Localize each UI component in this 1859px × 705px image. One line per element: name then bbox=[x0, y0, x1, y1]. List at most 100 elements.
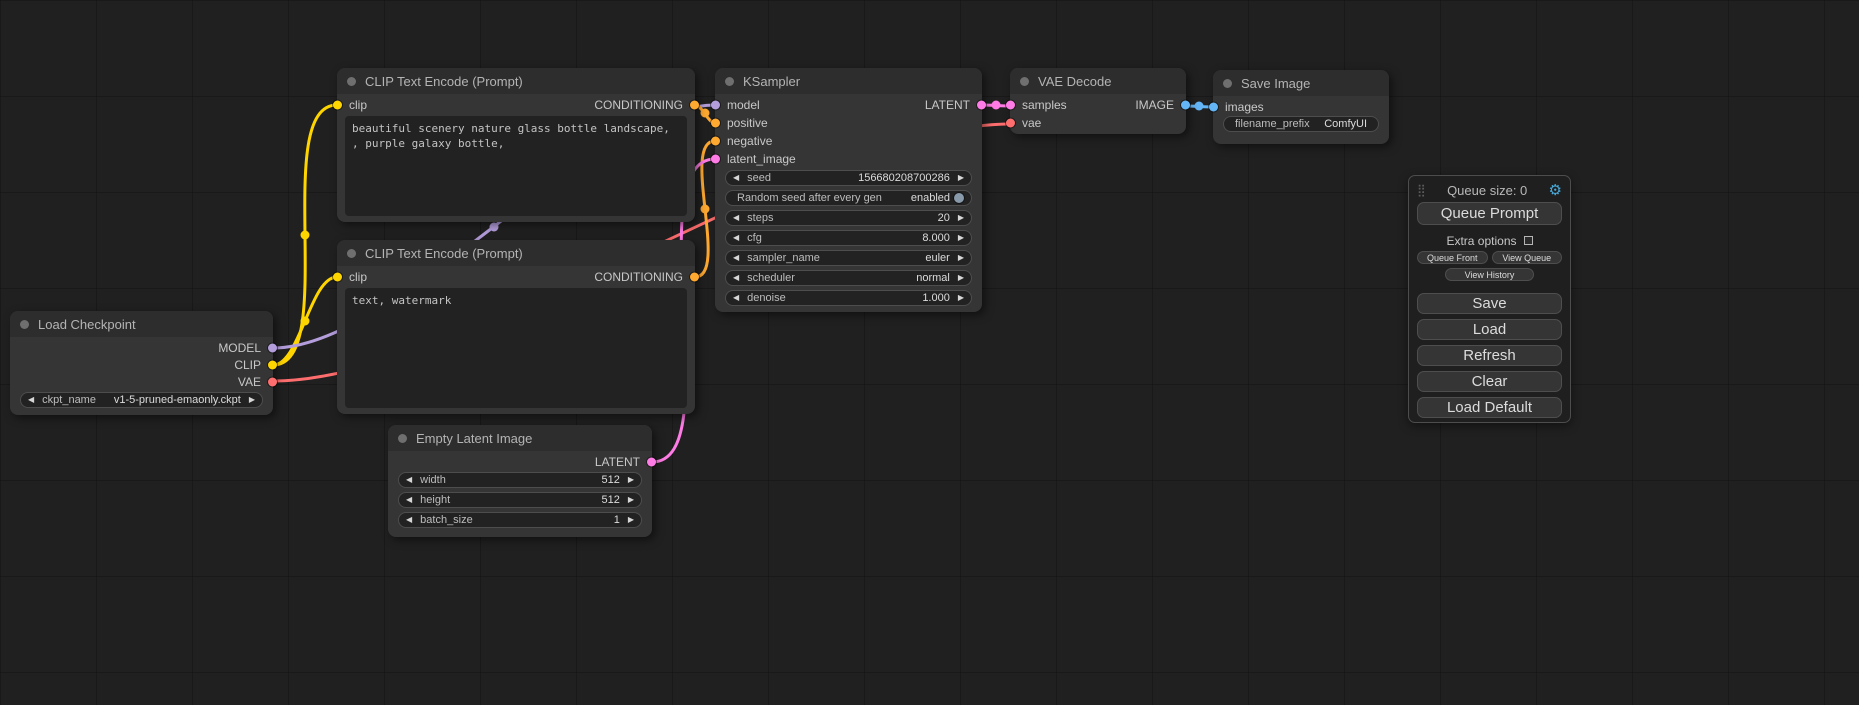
output-slot-conditioning[interactable] bbox=[690, 101, 699, 110]
output-label-image: IMAGE bbox=[1135, 98, 1174, 112]
collapse-toggle-icon[interactable] bbox=[1223, 79, 1232, 88]
prompt-textarea[interactable]: text, watermark bbox=[345, 288, 687, 408]
widget-filename-prefix[interactable]: filename_prefix ComfyUI bbox=[1223, 116, 1379, 132]
node-title: VAE Decode bbox=[1038, 74, 1111, 89]
prompt-textarea[interactable]: beautiful scenery nature glass bottle la… bbox=[345, 116, 687, 216]
settings-gear-icon[interactable]: ⚙ bbox=[1549, 183, 1562, 198]
output-slot-image[interactable] bbox=[1181, 101, 1190, 110]
view-history-button[interactable]: View History bbox=[1445, 268, 1535, 281]
output-slot-vae[interactable] bbox=[268, 377, 277, 386]
output-slot-latent[interactable] bbox=[977, 101, 986, 110]
node-title: CLIP Text Encode (Prompt) bbox=[365, 246, 523, 261]
decrement-arrow-icon[interactable]: ◀ bbox=[406, 516, 412, 524]
load-default-button[interactable]: Load Default bbox=[1417, 397, 1562, 418]
decrement-arrow-icon[interactable]: ◀ bbox=[28, 396, 34, 404]
widget-batch-size[interactable]: ◀ batch_size 1 ▶ bbox=[398, 512, 642, 528]
input-slot-vae[interactable] bbox=[1006, 119, 1015, 128]
node-titlebar[interactable]: KSampler bbox=[715, 68, 982, 94]
widget-height[interactable]: ◀ height 512 ▶ bbox=[398, 492, 642, 508]
link-midpoint-dot bbox=[1195, 102, 1204, 111]
input-slot-clip[interactable] bbox=[333, 273, 342, 282]
decrement-arrow-icon[interactable]: ◀ bbox=[733, 274, 739, 282]
input-slot-positive[interactable] bbox=[711, 119, 720, 128]
widget-steps[interactable]: ◀ steps 20 ▶ bbox=[725, 210, 972, 226]
output-label-model: MODEL bbox=[218, 341, 261, 355]
node-ksampler[interactable]: KSampler model LATENT positive negative … bbox=[715, 68, 982, 312]
widget-value: ComfyUI bbox=[1324, 118, 1367, 130]
node-clip-text-encode-negative[interactable]: CLIP Text Encode (Prompt) clip CONDITION… bbox=[337, 240, 695, 414]
collapse-toggle-icon[interactable] bbox=[398, 434, 407, 443]
collapse-toggle-icon[interactable] bbox=[347, 249, 356, 258]
input-slot-clip[interactable] bbox=[333, 101, 342, 110]
decrement-arrow-icon[interactable]: ◀ bbox=[733, 174, 739, 182]
decrement-arrow-icon[interactable]: ◀ bbox=[406, 476, 412, 484]
drag-handle-icon[interactable]: ⣿ bbox=[1417, 184, 1426, 196]
output-slot-latent[interactable] bbox=[647, 458, 656, 467]
node-clip-text-encode-positive[interactable]: CLIP Text Encode (Prompt) clip CONDITION… bbox=[337, 68, 695, 222]
increment-arrow-icon[interactable]: ▶ bbox=[958, 234, 964, 242]
decrement-arrow-icon[interactable]: ◀ bbox=[733, 214, 739, 222]
collapse-toggle-icon[interactable] bbox=[725, 77, 734, 86]
widget-random-seed-toggle[interactable]: Random seed after every gen enabled bbox=[725, 190, 972, 206]
input-label-samples: samples bbox=[1022, 98, 1067, 112]
view-queue-button[interactable]: View Queue bbox=[1492, 251, 1563, 264]
widget-seed[interactable]: ◀ seed 156680208700286 ▶ bbox=[725, 170, 972, 186]
node-empty-latent-image[interactable]: Empty Latent Image LATENT ◀ width 512 ▶ … bbox=[388, 425, 652, 537]
queue-front-button[interactable]: Queue Front bbox=[1417, 251, 1488, 264]
queue-prompt-button[interactable]: Queue Prompt bbox=[1417, 202, 1562, 225]
queue-panel: ⣿ Queue size: 0 ⚙ Queue Prompt Extra opt… bbox=[1408, 175, 1571, 423]
widget-label: ckpt_name bbox=[42, 394, 96, 406]
extra-options-checkbox[interactable] bbox=[1524, 236, 1533, 245]
node-load-checkpoint[interactable]: Load Checkpoint MODEL CLIP VAE ◀ ckpt_na… bbox=[10, 311, 273, 415]
collapse-toggle-icon[interactable] bbox=[20, 320, 29, 329]
increment-arrow-icon[interactable]: ▶ bbox=[249, 396, 255, 404]
output-slot-model[interactable] bbox=[268, 343, 277, 352]
decrement-arrow-icon[interactable]: ◀ bbox=[733, 254, 739, 262]
input-slot-samples[interactable] bbox=[1006, 101, 1015, 110]
increment-arrow-icon[interactable]: ▶ bbox=[628, 516, 634, 524]
decrement-arrow-icon[interactable]: ◀ bbox=[406, 496, 412, 504]
node-vae-decode[interactable]: VAE Decode samples IMAGE vae bbox=[1010, 68, 1186, 134]
collapse-toggle-icon[interactable] bbox=[1020, 77, 1029, 86]
widget-sampler-name[interactable]: ◀ sampler_name euler ▶ bbox=[725, 250, 972, 266]
input-slot-images[interactable] bbox=[1209, 103, 1218, 112]
widget-label: filename_prefix bbox=[1235, 118, 1310, 130]
node-titlebar[interactable]: Save Image bbox=[1213, 70, 1389, 96]
node-titlebar[interactable]: Load Checkpoint bbox=[10, 311, 273, 337]
load-button[interactable]: Load bbox=[1417, 319, 1562, 340]
increment-arrow-icon[interactable]: ▶ bbox=[958, 174, 964, 182]
widget-scheduler[interactable]: ◀ scheduler normal ▶ bbox=[725, 270, 972, 286]
collapse-toggle-icon[interactable] bbox=[347, 77, 356, 86]
node-titlebar[interactable]: Empty Latent Image bbox=[388, 425, 652, 451]
widget-ckpt-name[interactable]: ◀ ckpt_name v1-5-pruned-emaonly.ckpt ▶ bbox=[20, 392, 263, 408]
widget-width[interactable]: ◀ width 512 ▶ bbox=[398, 472, 642, 488]
input-slot-model[interactable] bbox=[711, 101, 720, 110]
input-slot-negative[interactable] bbox=[711, 137, 720, 146]
node-titlebar[interactable]: CLIP Text Encode (Prompt) bbox=[337, 240, 695, 266]
output-slot-conditioning[interactable] bbox=[690, 273, 699, 282]
node-title: Empty Latent Image bbox=[416, 431, 532, 446]
widget-label: seed bbox=[747, 172, 771, 184]
node-save-image[interactable]: Save Image images filename_prefix ComfyU… bbox=[1213, 70, 1389, 144]
decrement-arrow-icon[interactable]: ◀ bbox=[733, 234, 739, 242]
increment-arrow-icon[interactable]: ▶ bbox=[958, 214, 964, 222]
input-slot-latent-image[interactable] bbox=[711, 155, 720, 164]
increment-arrow-icon[interactable]: ▶ bbox=[958, 254, 964, 262]
node-titlebar[interactable]: CLIP Text Encode (Prompt) bbox=[337, 68, 695, 94]
increment-arrow-icon[interactable]: ▶ bbox=[628, 496, 634, 504]
decrement-arrow-icon[interactable]: ◀ bbox=[733, 294, 739, 302]
toggle-indicator-icon[interactable] bbox=[954, 193, 964, 203]
increment-arrow-icon[interactable]: ▶ bbox=[958, 274, 964, 282]
output-slot-clip[interactable] bbox=[268, 360, 277, 369]
save-button[interactable]: Save bbox=[1417, 293, 1562, 314]
output-label-latent: LATENT bbox=[595, 455, 640, 469]
increment-arrow-icon[interactable]: ▶ bbox=[628, 476, 634, 484]
clear-button[interactable]: Clear bbox=[1417, 371, 1562, 392]
widget-cfg[interactable]: ◀ cfg 8.000 ▶ bbox=[725, 230, 972, 246]
increment-arrow-icon[interactable]: ▶ bbox=[958, 294, 964, 302]
widget-label: scheduler bbox=[747, 272, 795, 284]
refresh-button[interactable]: Refresh bbox=[1417, 345, 1562, 366]
widget-denoise[interactable]: ◀ denoise 1.000 ▶ bbox=[725, 290, 972, 306]
widget-value: enabled bbox=[911, 192, 950, 204]
node-titlebar[interactable]: VAE Decode bbox=[1010, 68, 1186, 94]
